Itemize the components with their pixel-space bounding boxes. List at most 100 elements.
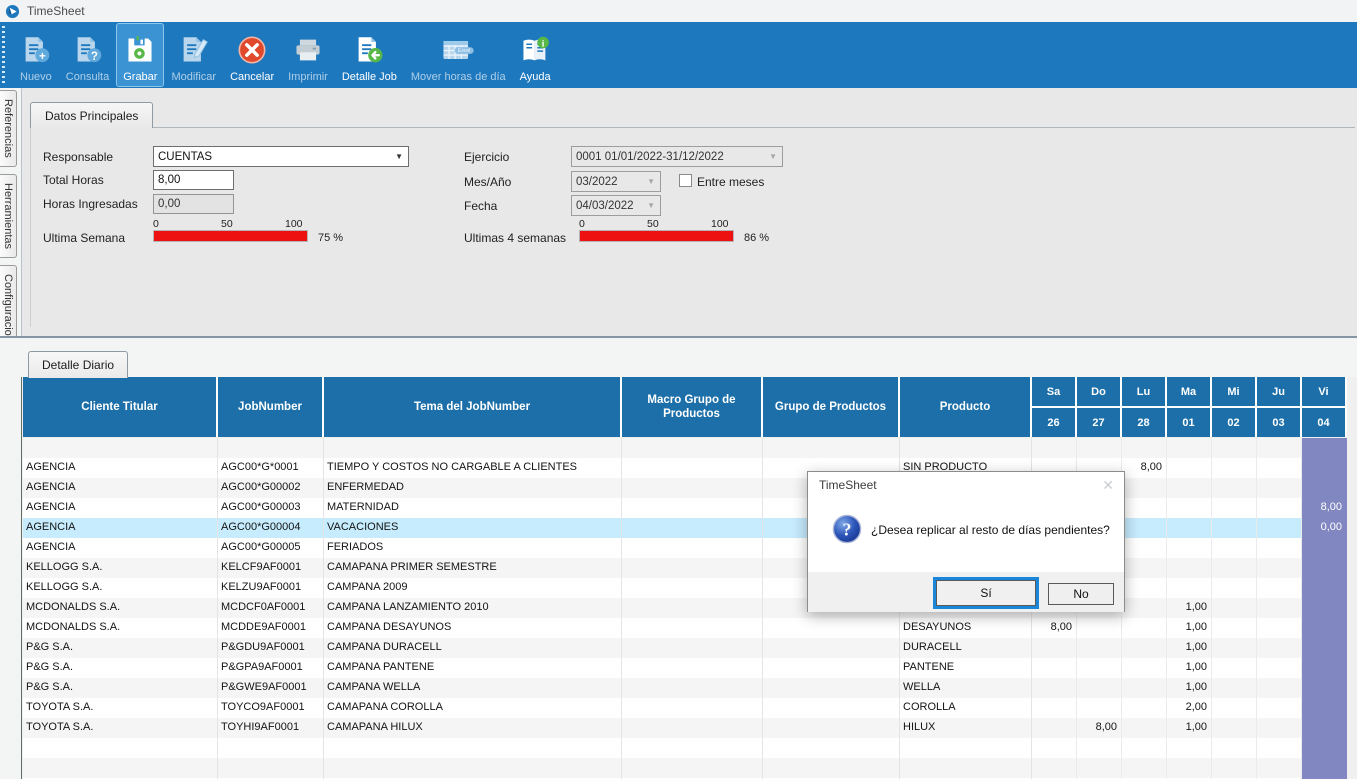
cell-day-do[interactable] bbox=[1077, 438, 1122, 458]
cell-day-ma[interactable]: 1,00 bbox=[1167, 638, 1212, 658]
cell-tema[interactable]: CAMPANA DURACELL bbox=[324, 638, 622, 658]
cell-tema[interactable]: CAMPANA WELLA bbox=[324, 678, 622, 698]
cell-day-vi[interactable] bbox=[1302, 538, 1347, 558]
cell-day-lu[interactable] bbox=[1122, 598, 1167, 618]
cell-tema[interactable]: FERIADOS bbox=[324, 538, 622, 558]
cell-day-lu[interactable] bbox=[1122, 678, 1167, 698]
cell-day-ma[interactable]: 1,00 bbox=[1167, 618, 1212, 638]
cell-day-mi[interactable] bbox=[1212, 738, 1257, 758]
cell-job[interactable] bbox=[218, 738, 324, 758]
toolbar-button-detalle-job[interactable]: Detalle Job bbox=[336, 24, 403, 86]
cell-day-lu[interactable] bbox=[1122, 438, 1167, 458]
cell-day-vi[interactable] bbox=[1302, 558, 1347, 578]
column-header[interactable]: Producto bbox=[900, 377, 1030, 437]
cell-day-vi[interactable] bbox=[1302, 758, 1347, 778]
total-horas-input[interactable]: 8,00 bbox=[153, 170, 234, 190]
cell-day-sa[interactable] bbox=[1032, 658, 1077, 678]
cell-day-ma[interactable]: 1,00 bbox=[1167, 718, 1212, 738]
cell-day-ju[interactable] bbox=[1257, 658, 1302, 678]
cell-macro[interactable] bbox=[622, 738, 763, 758]
day-column-header[interactable]: Mi02 bbox=[1212, 377, 1255, 437]
cell-day-vi[interactable] bbox=[1302, 598, 1347, 618]
cell-day-mi[interactable] bbox=[1212, 698, 1257, 718]
entre-meses-checkbox[interactable] bbox=[679, 174, 692, 187]
table-row[interactable]: KELLOGG S.A.KELCF9AF0001CAMAPANA PRIMER … bbox=[23, 558, 1347, 578]
cell-day-ma[interactable] bbox=[1167, 438, 1212, 458]
table-row[interactable]: MCDONALDS S.A.MCDDE9AF0001CAMPANA DESAYU… bbox=[23, 618, 1347, 638]
cell-day-vi[interactable] bbox=[1302, 578, 1347, 598]
day-column-header[interactable]: Ju03 bbox=[1257, 377, 1300, 437]
cell-grupo[interactable] bbox=[763, 638, 900, 658]
cell-day-do[interactable]: 8,00 bbox=[1077, 718, 1122, 738]
column-header[interactable]: JobNumber bbox=[218, 377, 322, 437]
cell-day-ju[interactable] bbox=[1257, 498, 1302, 518]
cell-job[interactable]: AGC00*G00004 bbox=[218, 518, 324, 538]
table-row[interactable]: MCDONALDS S.A.MCDCF0AF0001CAMPANA LANZAM… bbox=[23, 598, 1347, 618]
column-header[interactable]: Grupo de Productos bbox=[763, 377, 898, 437]
cell-cliente[interactable]: MCDONALDS S.A. bbox=[23, 618, 218, 638]
cell-day-mi[interactable] bbox=[1212, 658, 1257, 678]
cell-producto[interactable]: WELLA bbox=[900, 678, 1032, 698]
cell-macro[interactable] bbox=[622, 458, 763, 478]
cell-day-ma[interactable] bbox=[1167, 558, 1212, 578]
cell-cliente[interactable]: MCDONALDS S.A. bbox=[23, 598, 218, 618]
cell-day-ju[interactable] bbox=[1257, 698, 1302, 718]
cell-day-vi[interactable]: 0,00 bbox=[1302, 518, 1347, 538]
cell-day-mi[interactable] bbox=[1212, 638, 1257, 658]
cell-tema[interactable]: ENFERMEDAD bbox=[324, 478, 622, 498]
cell-macro[interactable] bbox=[622, 478, 763, 498]
cell-day-ju[interactable] bbox=[1257, 738, 1302, 758]
cell-day-ma[interactable]: 1,00 bbox=[1167, 678, 1212, 698]
cell-day-ju[interactable] bbox=[1257, 558, 1302, 578]
table-row[interactable]: TOYOTA S.A.TOYHI9AF0001CAMAPANA HILUXHIL… bbox=[23, 718, 1347, 738]
cell-grupo[interactable] bbox=[763, 718, 900, 738]
cell-day-sa[interactable] bbox=[1032, 718, 1077, 738]
cell-cliente[interactable]: TOYOTA S.A. bbox=[23, 698, 218, 718]
cell-grupo[interactable] bbox=[763, 618, 900, 638]
cell-day-lu[interactable] bbox=[1122, 538, 1167, 558]
cell-producto[interactable]: DESAYUNOS bbox=[900, 618, 1032, 638]
cell-macro[interactable] bbox=[622, 598, 763, 618]
cell-day-ma[interactable] bbox=[1167, 518, 1212, 538]
cell-tema[interactable]: TIEMPO Y COSTOS NO CARGABLE A CLIENTES bbox=[324, 458, 622, 478]
toolbar-button-cancelar[interactable]: Cancelar bbox=[224, 24, 280, 86]
cell-tema[interactable]: CAMAPANA HILUX bbox=[324, 718, 622, 738]
cell-day-mi[interactable] bbox=[1212, 498, 1257, 518]
table-row[interactable]: AGENCIAAGC00*G00002ENFERMEDAD bbox=[23, 478, 1347, 498]
cell-day-mi[interactable] bbox=[1212, 458, 1257, 478]
cell-day-mi[interactable] bbox=[1212, 538, 1257, 558]
table-row[interactable]: P&G S.A.P&GDU9AF0001CAMPANA DURACELLDURA… bbox=[23, 638, 1347, 658]
cell-job[interactable]: AGC00*G*0001 bbox=[218, 458, 324, 478]
cell-macro[interactable] bbox=[622, 518, 763, 538]
cell-cliente[interactable]: P&G S.A. bbox=[23, 678, 218, 698]
cell-grupo[interactable] bbox=[763, 758, 900, 778]
column-header[interactable]: Tema del JobNumber bbox=[324, 377, 620, 437]
cell-job[interactable]: AGC00*G00005 bbox=[218, 538, 324, 558]
cell-cliente[interactable]: KELLOGG S.A. bbox=[23, 578, 218, 598]
cell-job[interactable]: TOYCO9AF0001 bbox=[218, 698, 324, 718]
cell-day-ju[interactable] bbox=[1257, 438, 1302, 458]
cell-day-sa[interactable] bbox=[1032, 638, 1077, 658]
cell-day-vi[interactable] bbox=[1302, 678, 1347, 698]
cell-day-ju[interactable] bbox=[1257, 458, 1302, 478]
cell-producto[interactable] bbox=[900, 758, 1032, 778]
cell-day-vi[interactable] bbox=[1302, 458, 1347, 478]
cell-day-sa[interactable] bbox=[1032, 438, 1077, 458]
cell-day-lu[interactable] bbox=[1122, 578, 1167, 598]
day-column-header[interactable]: Sa26 bbox=[1032, 377, 1075, 437]
table-row[interactable]: KELLOGG S.A.KELZU9AF0001CAMPANA 2009 bbox=[23, 578, 1347, 598]
cell-macro[interactable] bbox=[622, 618, 763, 638]
cell-day-lu[interactable] bbox=[1122, 658, 1167, 678]
toolbar-button-consulta[interactable]: ?Consulta bbox=[60, 24, 115, 86]
cell-cliente[interactable] bbox=[23, 738, 218, 758]
cell-tema[interactable]: CAMAPANA PRIMER SEMESTRE bbox=[324, 558, 622, 578]
cell-day-ju[interactable] bbox=[1257, 538, 1302, 558]
table-row[interactable]: P&G S.A.P&GPA9AF0001CAMPANA PANTENEPANTE… bbox=[23, 658, 1347, 678]
cell-macro[interactable] bbox=[622, 438, 763, 458]
table-row[interactable]: AGENCIAAGC00*G*0001TIEMPO Y COSTOS NO CA… bbox=[23, 458, 1347, 478]
cell-day-lu[interactable] bbox=[1122, 638, 1167, 658]
cell-cliente[interactable] bbox=[23, 438, 218, 458]
table-row[interactable]: AGENCIAAGC00*G00003MATERNIDAD8,00 bbox=[23, 498, 1347, 518]
cell-day-do[interactable] bbox=[1077, 678, 1122, 698]
cell-cliente[interactable]: P&G S.A. bbox=[23, 638, 218, 658]
